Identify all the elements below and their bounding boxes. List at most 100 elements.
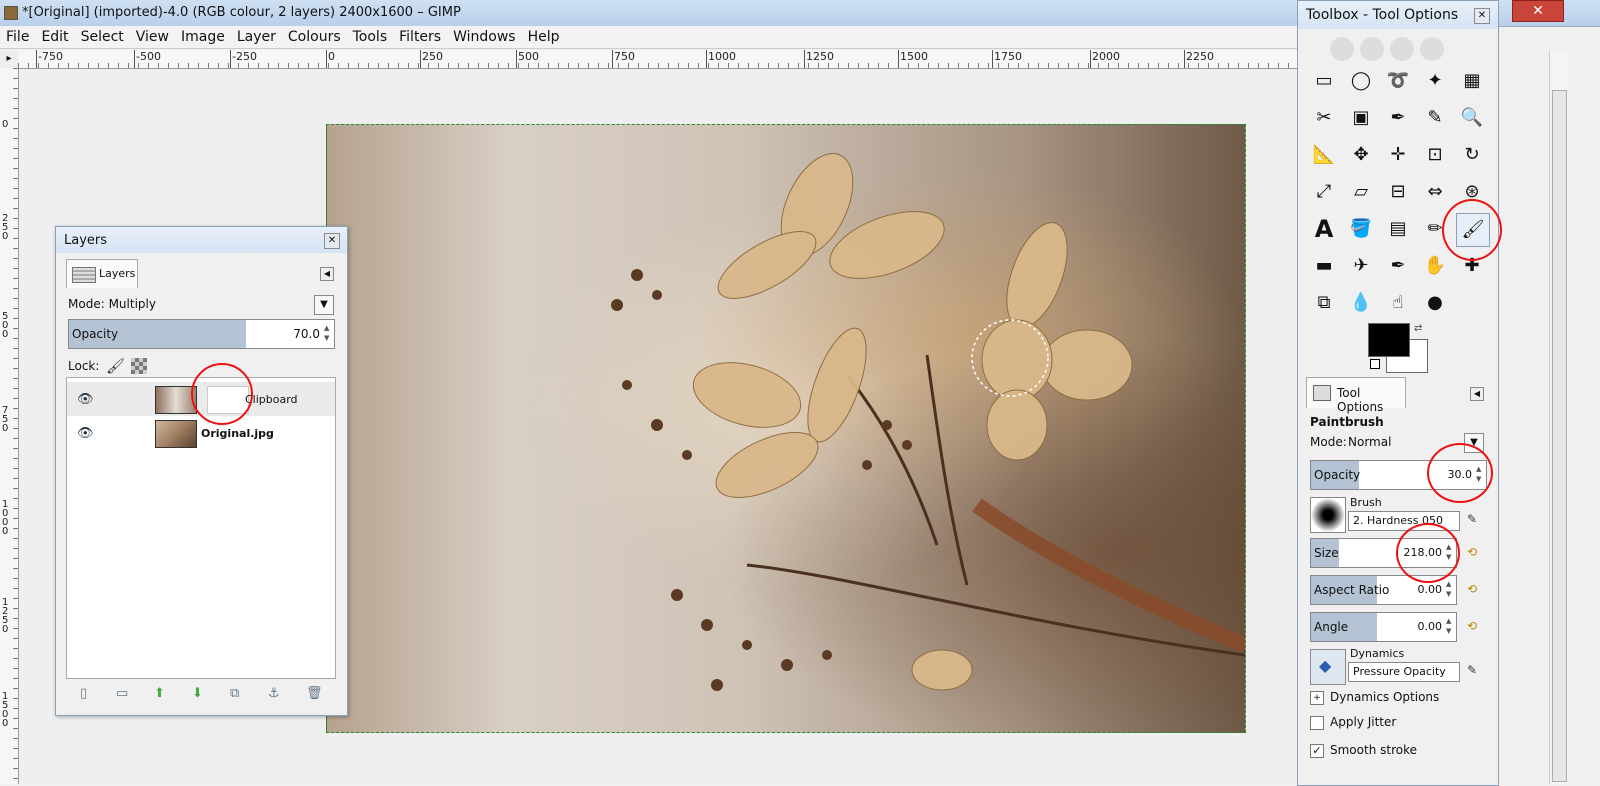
color-picker-icon[interactable]: ✎	[1419, 102, 1451, 134]
reset-angle-icon[interactable]: ⟲	[1464, 618, 1480, 634]
dynamics-options-label[interactable]: Dynamics Options	[1330, 690, 1439, 704]
window-close-button[interactable]: ✕	[1512, 0, 1564, 22]
menu-filters[interactable]: Filters	[393, 26, 447, 45]
highlight-circle	[191, 363, 253, 425]
layer-mode-value[interactable]: Multiply	[109, 297, 156, 311]
layer-opacity-slider[interactable]: Opacity 70.0 ▲ ▼	[68, 319, 335, 349]
lower-layer-icon[interactable]: ⬇	[192, 686, 203, 701]
aspect-ratio-value[interactable]: 0.00	[1418, 583, 1443, 596]
shear-icon[interactable]: ▱	[1345, 176, 1377, 208]
reset-size-icon[interactable]: ⟲	[1464, 544, 1480, 560]
ruler-corner-button[interactable]: ▸	[0, 50, 19, 69]
tab-tool-options[interactable]: Tool Options	[1306, 377, 1406, 414]
layer-row-original[interactable]: 👁 Original.jpg	[67, 416, 335, 450]
align-icon[interactable]: ✛	[1382, 139, 1414, 171]
dodge-burn-icon[interactable]: ●	[1419, 287, 1451, 319]
layers-dialog-titlebar[interactable]: Layers ✕	[56, 227, 347, 253]
tab-tool-options-label: Tool Options	[1337, 386, 1384, 414]
clone-icon[interactable]: ✋	[1419, 250, 1451, 282]
anchor-icon[interactable]: ⚓	[268, 686, 280, 701]
perspective-icon[interactable]: ⊟	[1382, 176, 1414, 208]
text-icon[interactable]: A	[1308, 213, 1340, 245]
eraser-icon[interactable]: ▬	[1308, 250, 1340, 282]
smooth-stroke-checkbox[interactable]: ✓	[1310, 744, 1324, 758]
flip-icon[interactable]: ⇔	[1419, 176, 1451, 208]
ellipse-select-icon[interactable]: ◯	[1345, 65, 1377, 97]
menu-edit[interactable]: Edit	[35, 26, 74, 45]
angle-value[interactable]: 0.00	[1418, 620, 1443, 633]
lock-pixels-icon[interactable]: 🖌	[106, 357, 125, 375]
tab-layers[interactable]: Layers	[66, 259, 138, 288]
vertical-scrollbar[interactable]	[1549, 50, 1568, 784]
move-icon[interactable]: ✥	[1345, 139, 1377, 171]
apply-jitter-checkbox[interactable]	[1310, 716, 1324, 730]
angle-slider[interactable]: Angle 0.00 ▲ ▼	[1310, 612, 1457, 642]
spinner-arrows[interactable]: ▲ ▼	[1446, 616, 1454, 636]
menu-file[interactable]: File	[0, 26, 35, 45]
layer-name[interactable]: Original.jpg	[201, 427, 274, 440]
rect-select-icon[interactable]: ▭	[1308, 65, 1340, 97]
menu-help[interactable]: Help	[522, 26, 566, 45]
blend-icon[interactable]: ▤	[1382, 213, 1414, 245]
paint-mode-value[interactable]: Normal	[1348, 435, 1391, 449]
perspective-clone-icon[interactable]: ⧉	[1308, 287, 1340, 319]
delete-layer-icon[interactable]: 🗑	[306, 686, 323, 701]
paths-icon[interactable]: ✒	[1382, 102, 1414, 134]
edit-dynamics-icon[interactable]: ✎	[1464, 662, 1480, 678]
spinner-arrows[interactable]: ▲ ▼	[1446, 579, 1454, 599]
rotate-icon[interactable]: ↻	[1456, 139, 1488, 171]
menu-view[interactable]: View	[130, 26, 175, 45]
toolbox-titlebar[interactable]: Toolbox - Tool Options ✕	[1298, 1, 1498, 29]
layer-group-icon[interactable]: ▭	[116, 686, 128, 701]
menu-windows[interactable]: Windows	[447, 26, 522, 45]
foreground-select-icon[interactable]: ▣	[1345, 102, 1377, 134]
eye-icon[interactable]: 👁	[77, 426, 94, 441]
duplicate-layer-icon[interactable]: ⧉	[230, 686, 239, 701]
tab-menu-button[interactable]: ◀	[1470, 387, 1484, 401]
foreground-color[interactable]	[1368, 323, 1410, 357]
spinner-arrows[interactable]: ▲ ▼	[324, 323, 332, 343]
brush-preview[interactable]	[1310, 497, 1346, 533]
eye-icon[interactable]: 👁	[77, 392, 94, 407]
menu-tools[interactable]: Tools	[347, 26, 394, 45]
fuzzy-select-icon[interactable]: ✦	[1419, 65, 1451, 97]
image-canvas[interactable]	[326, 124, 1246, 733]
crop-icon[interactable]: ⊡	[1419, 139, 1451, 171]
blur-icon[interactable]: 💧	[1345, 287, 1377, 319]
airbrush-icon[interactable]: ✈	[1345, 250, 1377, 282]
menu-layer[interactable]: Layer	[231, 26, 282, 45]
layer-opacity-value[interactable]: 70.0	[293, 327, 320, 341]
color-select-icon[interactable]: ▦	[1456, 65, 1488, 97]
dynamics-field[interactable]: Pressure Opacity	[1348, 662, 1460, 682]
raise-layer-icon[interactable]: ⬆	[154, 686, 165, 701]
smudge-icon[interactable]: ☝	[1382, 287, 1414, 319]
expander-icon[interactable]: +	[1310, 691, 1324, 705]
scrollbar-thumb[interactable]	[1552, 90, 1567, 782]
paint-opacity-label: Opacity	[1314, 468, 1361, 482]
close-icon[interactable]: ✕	[324, 233, 340, 249]
close-icon[interactable]: ✕	[1474, 8, 1490, 24]
menu-select[interactable]: Select	[75, 26, 130, 45]
tab-menu-button[interactable]: ◀	[320, 267, 334, 281]
bucket-fill-icon[interactable]: 🪣	[1345, 213, 1377, 245]
dynamics-icon[interactable]: ◆	[1310, 649, 1346, 685]
menu-image[interactable]: Image	[175, 26, 231, 45]
vertical-ruler[interactable]: 0 250 500 750 1000 1250 1500	[0, 68, 19, 784]
free-select-icon[interactable]: ➰	[1382, 65, 1414, 97]
scale-icon[interactable]: ⤢	[1308, 176, 1340, 208]
new-layer-icon[interactable]: ▯	[80, 686, 87, 701]
paint-mode-label: Mode:	[1310, 435, 1347, 449]
reset-aspect-icon[interactable]: ⟲	[1464, 581, 1480, 597]
scissors-icon[interactable]: ✂	[1308, 102, 1340, 134]
edit-brush-icon[interactable]: ✎	[1464, 511, 1480, 527]
swap-colors-icon[interactable]: ⇄	[1414, 323, 1422, 334]
horizontal-ruler[interactable]: -750 -500 -250 0 250 500 750 1000 1250 1…	[18, 50, 1328, 69]
chevron-down-icon[interactable]: ▼	[314, 295, 334, 315]
zoom-icon[interactable]: 🔍	[1456, 102, 1488, 134]
ink-icon[interactable]: ✒	[1382, 250, 1414, 282]
lock-alpha-icon[interactable]	[131, 358, 147, 374]
reset-colors-icon[interactable]	[1370, 359, 1380, 369]
vruler-label: 250	[2, 213, 9, 242]
measure-icon[interactable]: 📐	[1308, 139, 1340, 171]
menu-colours[interactable]: Colours	[282, 26, 347, 45]
